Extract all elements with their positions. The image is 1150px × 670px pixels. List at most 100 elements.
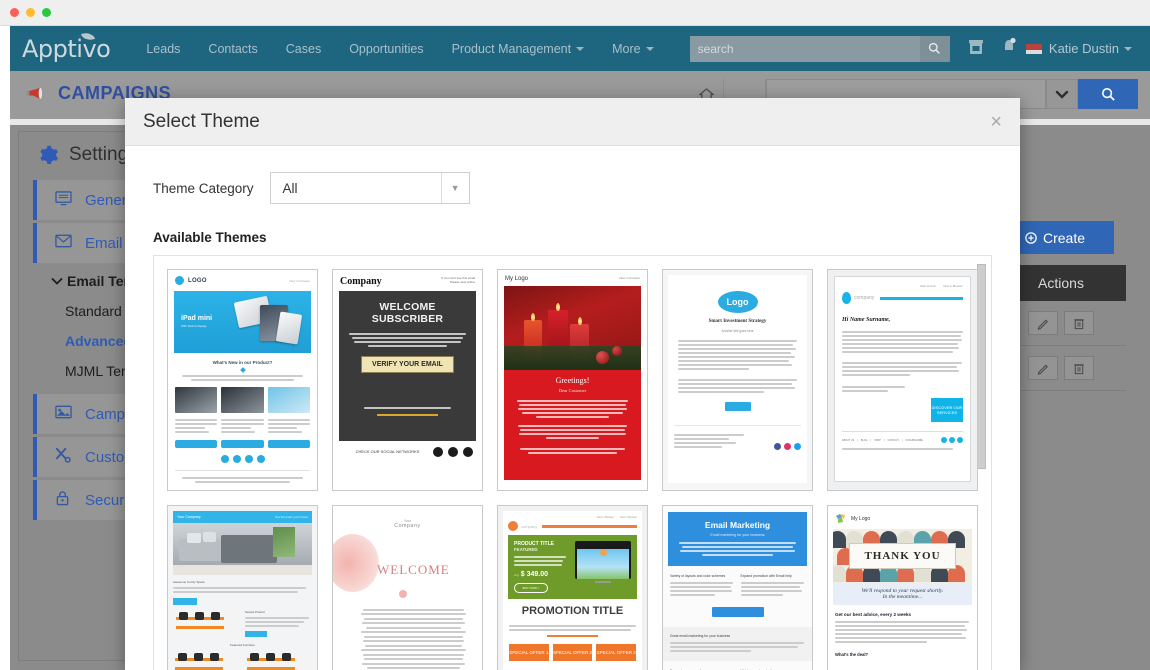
tools-icon bbox=[55, 447, 75, 467]
hero-subhead: Email marketing for your business bbox=[710, 533, 765, 537]
nav-item-opportunities[interactable]: Opportunities bbox=[335, 42, 437, 56]
search-input[interactable] bbox=[689, 35, 920, 62]
chevron-down-icon bbox=[1055, 90, 1069, 99]
theme-card-greetings-candles[interactable]: My Logo View in browser Greetings! Dear … bbox=[497, 269, 648, 491]
available-themes-label: Available Themes bbox=[153, 230, 267, 245]
theme-cta-button bbox=[724, 402, 751, 411]
theme-card-smart-investment[interactable]: Logo Smart Investment Strategy Another t… bbox=[662, 269, 813, 491]
theme-card-thank-you[interactable]: My Logo THANK YOU We'll respond to your … bbox=[827, 505, 978, 670]
nav-item-cases[interactable]: Cases bbox=[272, 42, 335, 56]
theme-logo-row: LOGO View in browser bbox=[168, 270, 317, 291]
theme-hero: Email Marketing Email marketing for your… bbox=[668, 512, 807, 566]
theme-card-welcome-subscriber[interactable]: Company If You can't see this email Plea… bbox=[332, 269, 483, 491]
search-icon bbox=[1101, 87, 1115, 101]
theme-button bbox=[245, 631, 267, 637]
plus-circle-icon bbox=[1025, 231, 1037, 244]
social-icons bbox=[941, 437, 963, 443]
theme-hero-image bbox=[173, 523, 312, 575]
theme-section-title: What's the deal? bbox=[835, 652, 869, 657]
theme-button bbox=[175, 440, 218, 448]
edit-icon[interactable] bbox=[1028, 311, 1058, 335]
offer-button: SPECIAL OFFER 3 bbox=[596, 644, 637, 661]
theme-hero-image: THANK YOU bbox=[833, 529, 972, 583]
hero-headline: Email Marketing bbox=[704, 520, 771, 530]
theme-card-promotion-title[interactable]: View in Browser View in Browser company bbox=[497, 505, 648, 670]
search-icon bbox=[928, 42, 940, 54]
theme-column-title: Variety of layouts and color schemes bbox=[670, 574, 726, 578]
theme-hero: iPad mini With Retina display bbox=[174, 291, 311, 353]
list-filter-dropdown[interactable] bbox=[1046, 79, 1078, 109]
offer-button: SPECIAL OFFER 2 bbox=[552, 644, 593, 661]
themes-grid: LOGO View in browser iPad mini With Reti… bbox=[154, 256, 991, 670]
theme-card-email-marketing[interactable]: Email Marketing Email marketing for your… bbox=[662, 505, 813, 670]
nav-item-contacts[interactable]: Contacts bbox=[194, 42, 271, 56]
create-label: Create bbox=[1042, 229, 1086, 246]
edit-icon[interactable] bbox=[1028, 356, 1058, 380]
theme-cta-button bbox=[711, 607, 764, 618]
user-menu[interactable]: Katie Dustin bbox=[1025, 41, 1132, 56]
app-root: Apptivo Leads Contacts Cases Opportuniti… bbox=[0, 0, 1150, 670]
chevron-down-icon bbox=[1124, 46, 1132, 51]
flag-icon bbox=[1025, 43, 1042, 54]
theme-card-furniture-store[interactable]: Your Company View this email in your bro… bbox=[167, 505, 318, 670]
theme-top-right: View in browser bbox=[618, 276, 640, 280]
theme-category-label: Theme Category bbox=[153, 180, 254, 196]
theme-cta-button: DISCOVER OUR SERVICES bbox=[931, 398, 963, 422]
floral-decoration bbox=[333, 534, 379, 592]
theme-card-ipad-mini[interactable]: LOGO View in browser iPad mini With Reti… bbox=[167, 269, 318, 491]
theme-top-link: View in Browser bbox=[619, 516, 637, 519]
search-button[interactable] bbox=[919, 35, 950, 62]
close-icon[interactable]: × bbox=[990, 112, 1002, 132]
bell-icon[interactable] bbox=[1002, 37, 1016, 60]
social-icons bbox=[433, 447, 473, 457]
nav-label: Product Management bbox=[451, 41, 572, 56]
theme-card-welcome-floral[interactable]: Your Company WELCOME bbox=[332, 505, 483, 670]
theme-footer: CHECK OUR SOCIAL NETWORKS bbox=[333, 441, 482, 463]
modal-title: Select Theme bbox=[143, 110, 260, 132]
theme-section-title: Newest Product bbox=[245, 610, 265, 614]
theme-headline: Hi Name Surname, bbox=[842, 317, 891, 323]
themes-scrollbar-thumb[interactable] bbox=[977, 264, 986, 469]
theme-body: Greetings! Dear Customer bbox=[504, 370, 641, 480]
theme-headline: Smart Investment Strategy bbox=[708, 319, 767, 324]
hero-title: iPad mini bbox=[181, 315, 213, 322]
apptivo-logo[interactable]: Apptivo bbox=[22, 29, 111, 63]
select-theme-modal: Select Theme × Theme Category All ▼ Avai… bbox=[125, 98, 1020, 670]
minimize-window-button[interactable] bbox=[26, 8, 35, 17]
hero-headline: WELCOME SUBSCRIBER bbox=[371, 301, 444, 325]
list-search-button[interactable] bbox=[1078, 79, 1138, 109]
nav-item-leads[interactable]: Leads bbox=[132, 42, 194, 56]
hero-sub: With Retina display bbox=[181, 324, 207, 328]
themes-scroll-container[interactable]: LOGO View in browser iPad mini With Reti… bbox=[153, 255, 992, 670]
trash-icon[interactable] bbox=[1064, 311, 1094, 335]
top-navigation-bar: Apptivo Leads Contacts Cases Opportuniti… bbox=[10, 26, 1150, 71]
nav-item-product-management[interactable]: Product Management bbox=[438, 42, 599, 56]
theme-section-title: Great email marketing for your business bbox=[670, 634, 731, 639]
logo-mark-icon bbox=[175, 276, 184, 285]
nav-label: Leads bbox=[146, 41, 181, 56]
nav-label: More bbox=[612, 41, 641, 56]
close-window-button[interactable] bbox=[10, 8, 19, 17]
tv-image bbox=[575, 541, 631, 583]
user-name: Katie Dustin bbox=[1048, 41, 1119, 56]
theme-top-link: Web Version bbox=[920, 284, 936, 288]
chevron-down-icon bbox=[645, 47, 654, 52]
monitor-icon bbox=[55, 190, 75, 210]
theme-top-right: View in browser bbox=[288, 278, 310, 283]
theme-category-select[interactable]: All ▼ bbox=[269, 172, 470, 204]
theme-section-title: What's New in our Product? bbox=[212, 360, 273, 365]
theme-hero: WELCOME SUBSCRIBER VERIFY YOUR EMAIL bbox=[339, 291, 476, 441]
trash-icon[interactable] bbox=[1064, 356, 1094, 380]
theme-logo-badge: Logo bbox=[717, 291, 758, 313]
maximize-window-button[interactable] bbox=[42, 8, 51, 17]
store-icon[interactable] bbox=[968, 38, 984, 60]
theme-card-company-letter[interactable]: Web Version View in Browser company Hi N… bbox=[827, 269, 978, 491]
theme-category-value: All bbox=[282, 180, 298, 196]
theme-logo-line-2: Company bbox=[394, 523, 421, 529]
theme-headline: WELCOME bbox=[377, 562, 450, 577]
image-icon bbox=[55, 405, 75, 423]
modal-header: Select Theme × bbox=[125, 98, 1020, 146]
theme-subhead: Dear Customer bbox=[558, 388, 587, 393]
nav-item-more[interactable]: More bbox=[598, 42, 667, 56]
offer-button: SPECIAL OFFER 1 bbox=[509, 644, 549, 661]
